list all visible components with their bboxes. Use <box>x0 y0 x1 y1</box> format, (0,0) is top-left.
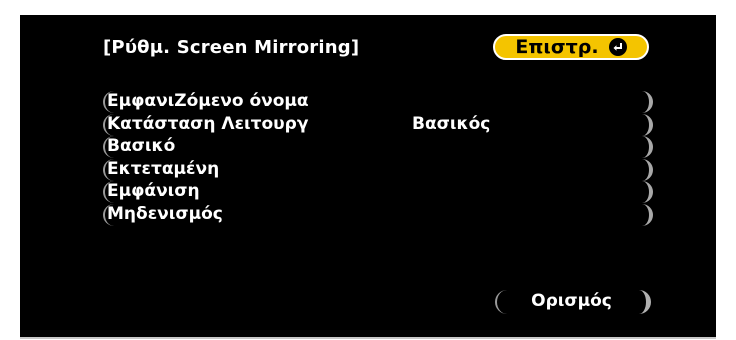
menu-title: [Ρύθμ. Screen Mirroring] <box>103 37 360 58</box>
menu-item-reset[interactable]: Μηδενισμός <box>103 203 653 226</box>
enter-icon <box>608 38 627 56</box>
settings-menu-list: ΕμφανιΖόμενο όνομα Κατάσταση Λειτουργ Βα… <box>103 91 653 227</box>
menu-item-display-name[interactable]: ΕμφανιΖόμενο όνομα <box>103 91 653 113</box>
set-button[interactable]: Ορισμός <box>495 290 651 314</box>
menu-item-label: Εκτεταμένη <box>107 158 220 179</box>
menu-item-extended[interactable]: Εκτεταμένη <box>103 158 653 181</box>
menu-item-label: Μηδενισμός <box>107 203 223 224</box>
menu-item-label: Κατάσταση Λειτουργ <box>107 113 309 134</box>
menu-item-label: Βασικό <box>107 136 176 157</box>
menu-item-label: ΕμφανιΖόμενο όνομα <box>107 91 309 111</box>
back-button-label: Επιστρ. <box>515 36 599 58</box>
menu-item-basic[interactable]: Βασικό <box>103 136 653 159</box>
menu-item-value: Βασικός <box>412 113 491 134</box>
menu-item-label: Εμφάνιση <box>107 181 200 202</box>
menu-item-display[interactable]: Εμφάνιση <box>103 181 653 204</box>
back-button[interactable]: Επιστρ. <box>493 34 649 60</box>
projector-menu-screen: [Ρύθμ. Screen Mirroring] Επιστρ. ΕμφανιΖ… <box>20 15 716 339</box>
menu-item-operation-mode[interactable]: Κατάσταση Λειτουργ Βασικός <box>103 113 653 136</box>
